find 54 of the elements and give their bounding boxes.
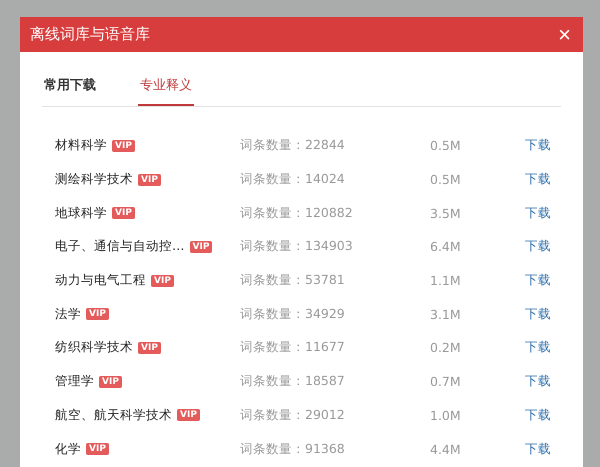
entry-count: 词条数量：29012: [240, 406, 346, 424]
download-link[interactable]: 下载: [525, 272, 551, 290]
download-link[interactable]: 下载: [525, 238, 551, 256]
file-size: 0.7M: [430, 374, 462, 390]
file-size: 0.5M: [430, 138, 462, 154]
download-link[interactable]: 下载: [525, 306, 551, 323]
entry-count: 词条数量：120882: [240, 204, 354, 222]
entry-count: 词条数量：53781: [240, 272, 346, 290]
dictionary-name: 法学: [55, 306, 81, 323]
file-size: 6.4M: [430, 239, 462, 254]
download-link[interactable]: 下载: [525, 406, 551, 424]
vip-badge: VIP: [112, 207, 135, 220]
download-link[interactable]: 下载: [525, 171, 551, 188]
entry-count: 词条数量：34929: [240, 306, 346, 323]
download-link[interactable]: 下载: [525, 339, 551, 356]
vip-badge: VIP: [99, 376, 122, 388]
file-size: 0.5M: [430, 172, 462, 188]
vip-badge: VIP: [138, 174, 161, 186]
dictionary-name: 动力与电气工程: [55, 272, 146, 290]
dictionary-name: 测绘科学技术: [55, 171, 133, 188]
vip-badge: VIP: [190, 240, 212, 253]
close-button[interactable]: ×: [554, 24, 575, 46]
file-size: 3.1M: [430, 306, 462, 322]
dictionary-name: 电子、通信与自动控…: [55, 238, 184, 256]
file-size: 1.0M: [430, 408, 462, 423]
download-link[interactable]: 下载: [525, 440, 551, 458]
entry-count: 词条数量：22844: [240, 137, 346, 154]
vip-badge: VIP: [86, 308, 109, 320]
dictionary-name: 材料科学: [55, 137, 107, 154]
window-title: 离线词库与语音库: [30, 25, 150, 44]
download-link[interactable]: 下载: [525, 204, 551, 222]
dictionary-name: 化学: [55, 440, 81, 458]
tab[interactable]: 专业释义: [138, 72, 194, 106]
vip-badge: VIP: [177, 409, 200, 422]
vip-badge: VIP: [112, 140, 135, 152]
dictionary-name: 航空、航天科学技术: [55, 406, 172, 424]
entry-count: 词条数量：11677: [240, 339, 346, 356]
file-size: 1.1M: [430, 273, 462, 288]
entry-count: 词条数量：18587: [240, 373, 346, 390]
dictionary-name: 地球科学: [55, 204, 107, 222]
vip-badge: VIP: [86, 443, 109, 456]
entry-count: 词条数量：14024: [240, 171, 346, 188]
download-link[interactable]: 下载: [525, 373, 551, 390]
vip-badge: VIP: [138, 342, 161, 354]
dictionary-name: 纺织科学技术: [55, 339, 133, 356]
vip-badge: VIP: [151, 274, 174, 287]
entry-count: 词条数量：134903: [240, 238, 354, 256]
entry-count: 词条数量：91368: [240, 440, 346, 458]
tab[interactable]: 常用下载: [42, 72, 98, 106]
file-size: 3.5M: [430, 206, 462, 221]
file-size: 4.4M: [430, 442, 462, 457]
file-size: 0.2M: [430, 340, 462, 356]
download-link[interactable]: 下载: [525, 137, 551, 154]
dictionary-name: 管理学: [55, 373, 94, 390]
